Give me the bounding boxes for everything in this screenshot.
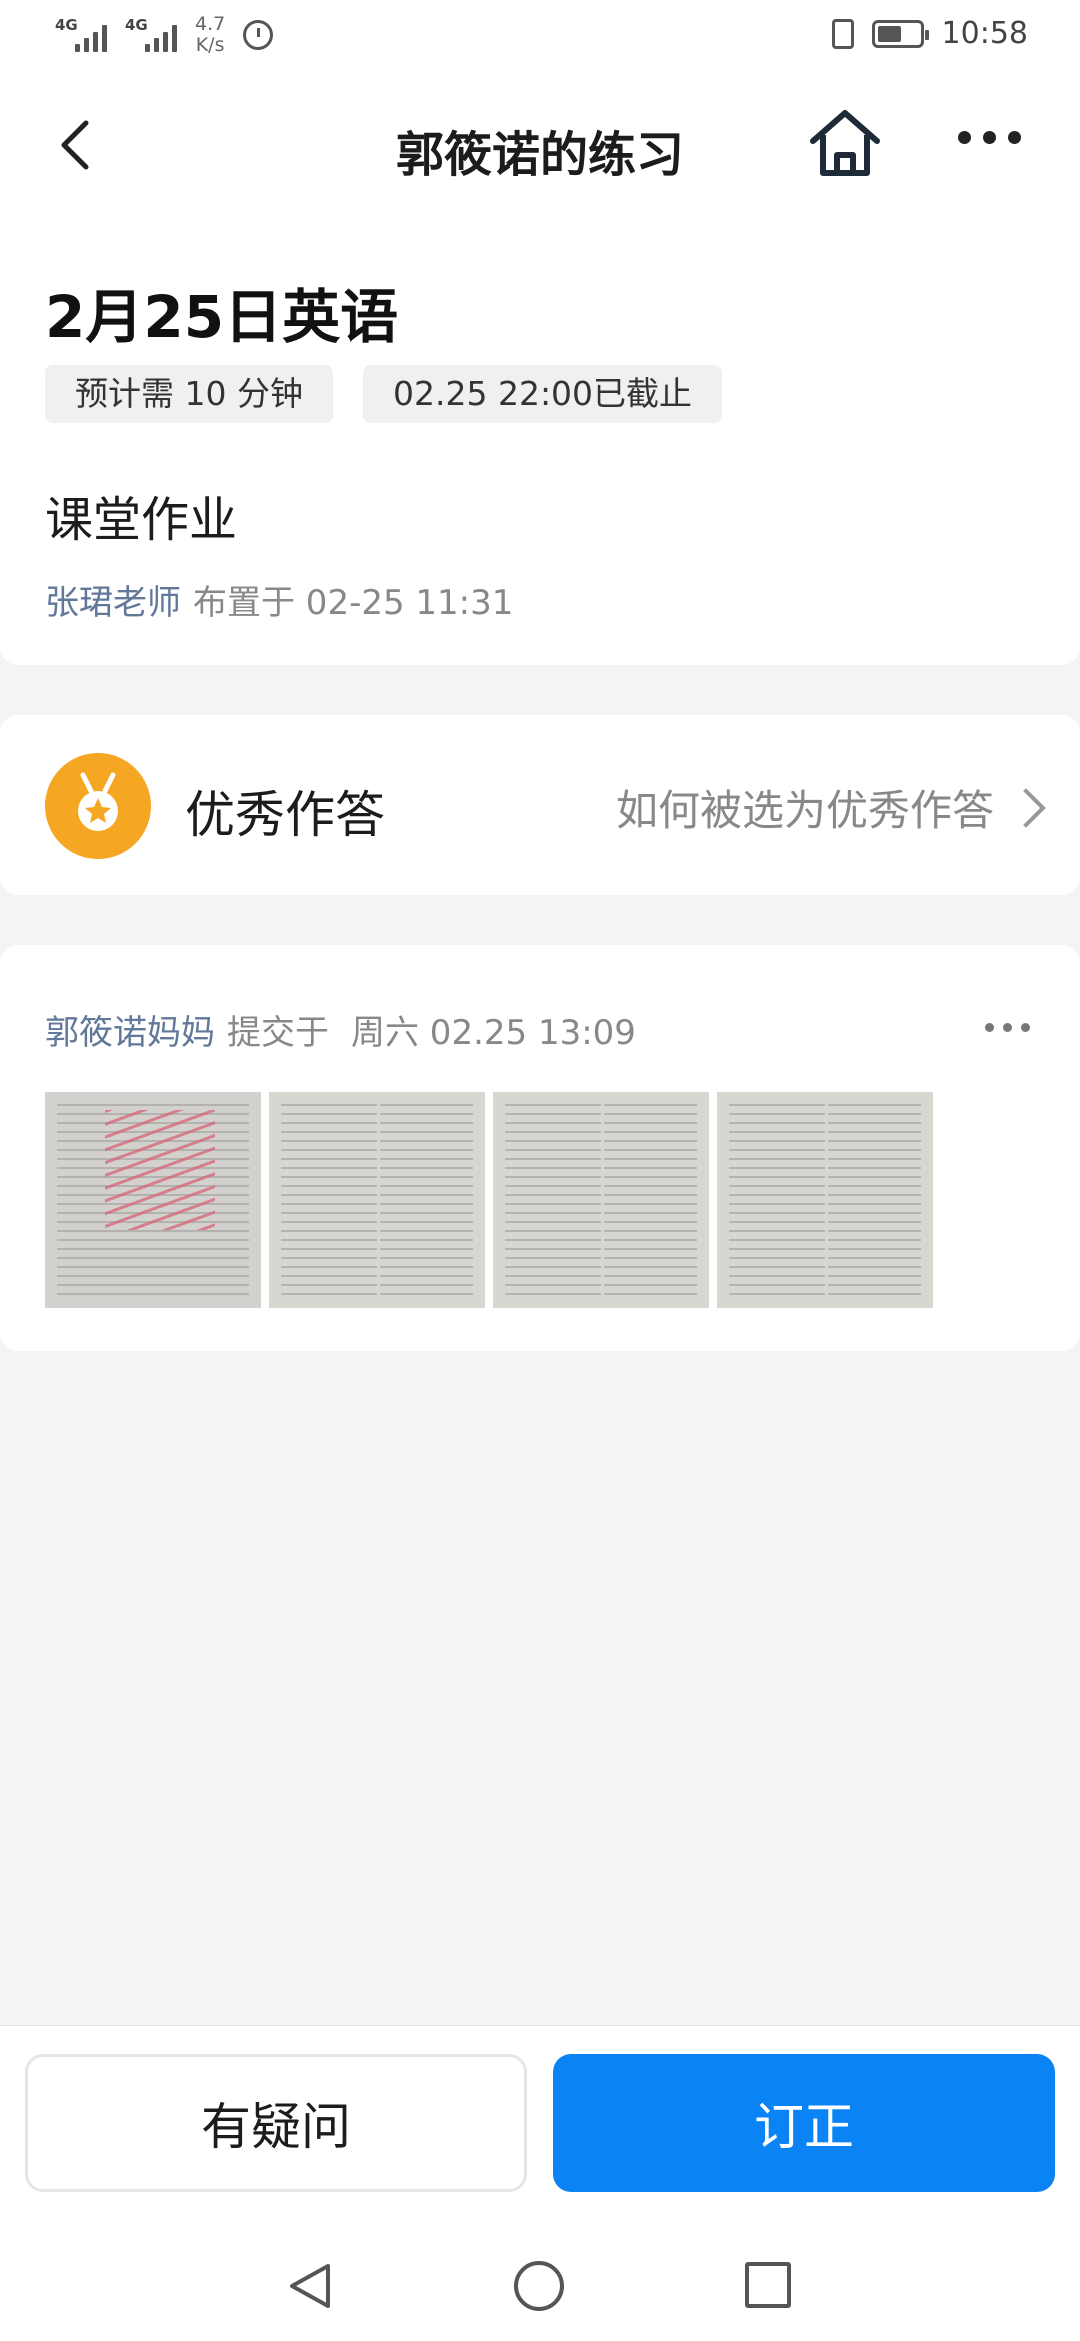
nav-back-icon[interactable] xyxy=(286,2261,336,2311)
bottom-action-bar: 有疑问 订正 xyxy=(0,2025,1080,2341)
medal-icon xyxy=(45,753,151,859)
net-speed: 4.7 K/s xyxy=(195,14,225,56)
submission-time: 周六 02.25 13:09 xyxy=(351,1013,636,1053)
network-type: 4G xyxy=(125,16,148,34)
signal-icon: 4G xyxy=(125,18,177,52)
submission-card: 郭筱诺妈妈 提交于 周六 02.25 13:09 xyxy=(0,945,1080,1351)
excellent-answers-label: 优秀作答 xyxy=(185,786,385,844)
assignment-card: 2月25日英语 预计需 10 分钟 02.25 22:00已截止 课堂作业 张珺… xyxy=(0,215,1080,665)
question-button[interactable]: 有疑问 xyxy=(25,2054,527,2192)
status-bar: 4G 4G 4.7 K/s 10:58 xyxy=(0,0,1080,75)
submission-image[interactable] xyxy=(717,1092,933,1308)
how-to-be-selected-text: 如何被选为优秀作答 xyxy=(615,786,994,835)
assignment-type: 课堂作业 xyxy=(45,492,238,548)
page-title: 郭筱诺的练习 xyxy=(395,127,684,183)
teacher-name[interactable]: 张珺老师 xyxy=(45,583,181,623)
chevron-right-icon xyxy=(1006,787,1046,828)
deadline-chip: 02.25 22:00已截止 xyxy=(362,365,723,423)
submission-image[interactable] xyxy=(45,1092,261,1308)
more-options-icon[interactable] xyxy=(958,131,1021,144)
submission-info: 郭筱诺妈妈 提交于 周六 02.25 13:09 xyxy=(45,1005,636,1054)
home-icon[interactable] xyxy=(805,105,885,185)
alarm-icon xyxy=(243,20,274,50)
assignment-chips: 预计需 10 分钟 02.25 22:00已截止 xyxy=(45,365,723,423)
submission-more-icon[interactable] xyxy=(985,1023,1030,1032)
assignment-title: 2月25日英语 xyxy=(45,283,399,351)
submitter-name[interactable]: 郭筱诺妈妈 xyxy=(45,1013,215,1053)
nav-recents-icon[interactable] xyxy=(745,2262,791,2308)
net-speed-unit: K/s xyxy=(195,34,225,56)
excellent-answers-card[interactable]: 优秀作答 如何被选为优秀作答 xyxy=(0,715,1080,895)
submitted-label: 提交于 xyxy=(227,1013,329,1053)
how-to-be-selected-link[interactable]: 如何被选为优秀作答 xyxy=(615,777,1046,838)
submission-images xyxy=(45,1092,933,1308)
nav-home-icon[interactable] xyxy=(514,2261,564,2311)
system-nav-bar xyxy=(0,2251,1080,2321)
correct-button[interactable]: 订正 xyxy=(553,2054,1055,2192)
duration-chip: 预计需 10 分钟 xyxy=(45,365,333,423)
clock: 10:58 xyxy=(941,16,1028,51)
submission-image[interactable] xyxy=(269,1092,485,1308)
vibrate-icon xyxy=(831,18,854,49)
status-right: 10:58 xyxy=(831,16,1028,51)
assigned-time: 布置于 02-25 11:31 xyxy=(193,583,514,623)
net-speed-value: 4.7 xyxy=(195,13,226,35)
assigned-info: 张珺老师 布置于 02-25 11:31 xyxy=(45,575,513,624)
submission-image[interactable] xyxy=(493,1092,709,1308)
status-left: 4G 4G 4.7 K/s xyxy=(55,14,274,56)
signal-icon: 4G xyxy=(55,18,107,52)
network-type: 4G xyxy=(55,16,78,34)
top-nav-bar: 郭筱诺的练习 xyxy=(0,75,1080,215)
battery-icon xyxy=(871,19,929,48)
